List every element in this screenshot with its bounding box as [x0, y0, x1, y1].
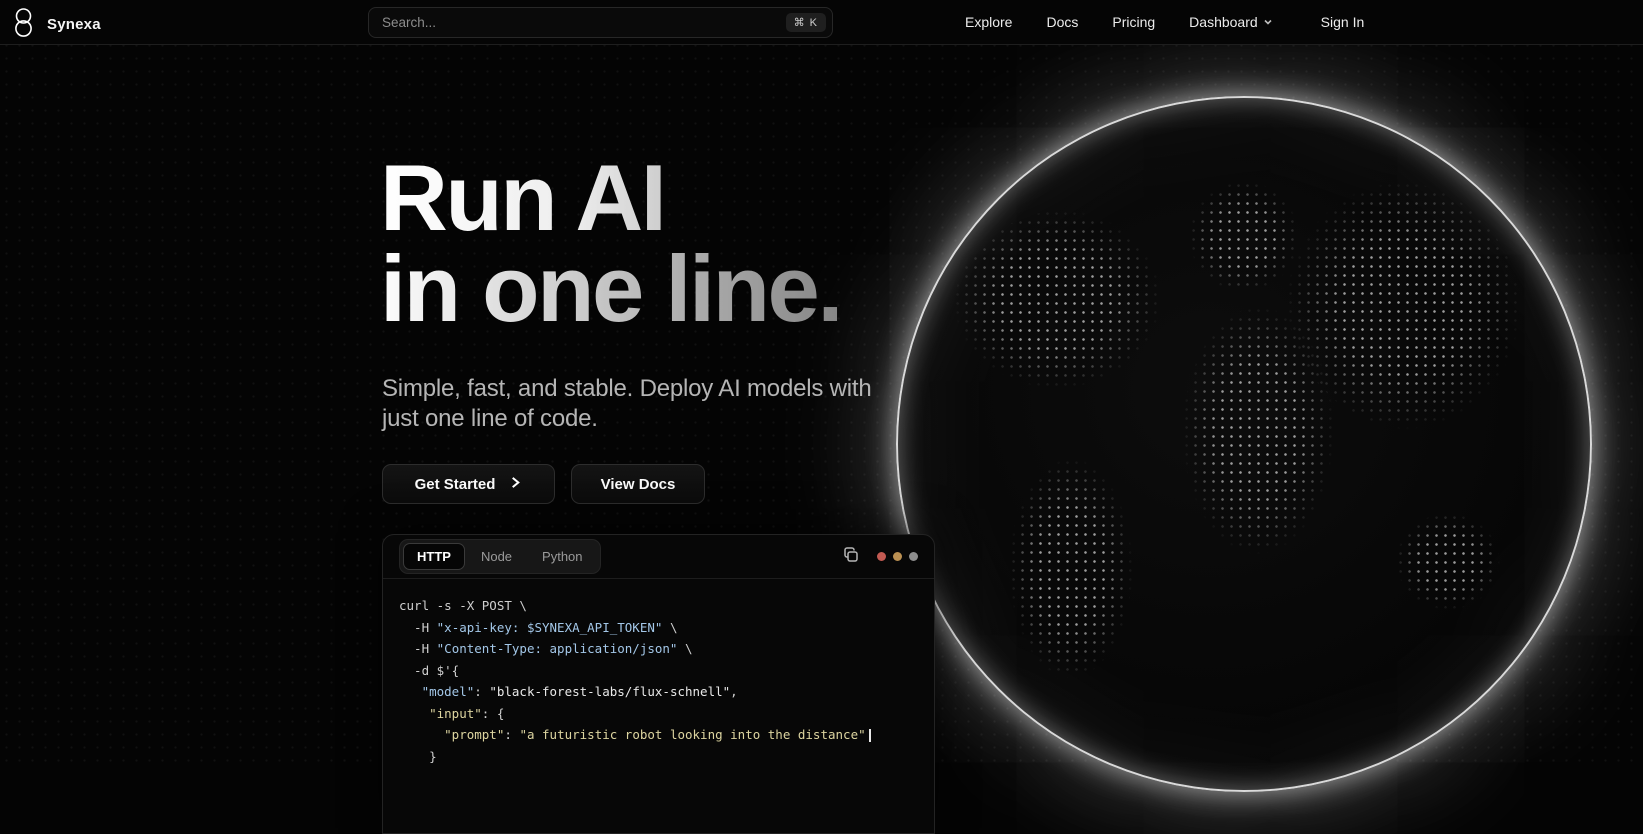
code-segment: -d $'{: [399, 663, 459, 678]
code-segment: : {: [482, 706, 505, 721]
text-cursor: [869, 729, 871, 742]
get-started-label: Get Started: [415, 476, 496, 493]
code-segment: -H: [399, 620, 437, 635]
code-panel: HTTPNodePython curl -s -X POST \ -H "x-a…: [382, 534, 935, 834]
brand-name: Synexa: [47, 16, 101, 33]
top-navbar: Synexa ⌘ K Explore Docs Pricing Dashboard Si…: [0, 0, 1643, 45]
dotted-globe-graphic: [896, 96, 1592, 792]
code-line: "prompt": "a futuristic robot looking in…: [399, 724, 918, 746]
nav-link-sign-in[interactable]: Sign In: [1321, 14, 1365, 30]
nav-link-docs[interactable]: Docs: [1046, 14, 1078, 30]
nav-link-label: Pricing: [1112, 14, 1155, 30]
code-line: -H "Content-Type: application/json" \: [399, 638, 918, 660]
hero-title: Run AI in one line.: [380, 152, 841, 334]
code-segment: ,: [730, 684, 738, 699]
window-dots: [877, 552, 918, 561]
hero-title-line1: Run AI: [380, 152, 841, 243]
code-panel-controls: [841, 545, 918, 568]
view-docs-button[interactable]: View Docs: [571, 464, 705, 504]
nav-links: Explore Docs Pricing Dashboard Sign In: [965, 0, 1364, 44]
code-segment: [399, 706, 429, 721]
code-segment: \: [662, 620, 677, 635]
globe-continent-dots: [1396, 513, 1500, 610]
window-dot-0: [877, 552, 886, 561]
search-box[interactable]: ⌘ K: [368, 7, 833, 38]
code-segment: "a futuristic robot looking into the dis…: [519, 727, 865, 742]
nav-link-explore[interactable]: Explore: [965, 14, 1012, 30]
code-line: -d $'{: [399, 660, 918, 682]
copy-icon: [843, 547, 859, 566]
code-segment: "model": [422, 684, 475, 699]
globe-continent-dots: [953, 209, 1161, 389]
search-shortcut-badge: ⌘ K: [786, 13, 826, 32]
search-input[interactable]: [382, 15, 786, 30]
window-dot-1: [893, 552, 902, 561]
chevron-down-icon: [1263, 14, 1273, 30]
code-panel-header: HTTPNodePython: [383, 535, 934, 579]
code-segment: [399, 684, 422, 699]
globe-continent-dots: [1009, 458, 1134, 679]
code-segment: :: [474, 684, 489, 699]
code-segment: "black-forest-labs/flux-schnell": [489, 684, 730, 699]
nav-link-label: Explore: [965, 14, 1012, 30]
synexa-logo-icon: [10, 7, 37, 42]
code-segment: :: [504, 727, 519, 742]
nav-link-dashboard[interactable]: Dashboard: [1189, 14, 1273, 30]
window-dot-2: [909, 552, 918, 561]
nav-link-label: Docs: [1046, 14, 1078, 30]
get-started-button[interactable]: Get Started: [382, 464, 555, 504]
nav-link-pricing[interactable]: Pricing: [1112, 14, 1155, 30]
tab-http[interactable]: HTTP: [403, 543, 465, 570]
hero-subtitle: Simple, fast, and stable. Deploy AI mode…: [382, 374, 902, 434]
code-line: "input": {: [399, 703, 918, 725]
tab-python[interactable]: Python: [528, 543, 596, 570]
code-segment: "Content-Type: application/json": [437, 641, 678, 656]
code-line: curl -s -X POST \: [399, 595, 918, 617]
code-segment: "input": [429, 706, 482, 721]
view-docs-label: View Docs: [601, 476, 676, 493]
code-segment: }: [399, 749, 437, 764]
globe-continent-dots: [1189, 181, 1300, 292]
code-tabs: HTTPNodePython: [399, 539, 601, 574]
code-line: }: [399, 746, 918, 768]
hero-title-line2: in one line.: [380, 243, 841, 334]
code-segment: -H: [399, 641, 437, 656]
cta-row: Get Started View Docs: [382, 464, 705, 504]
code-line: -H "x-api-key: $SYNEXA_API_TOKEN" \: [399, 617, 918, 639]
tab-node[interactable]: Node: [467, 543, 526, 570]
brand[interactable]: Synexa: [10, 7, 101, 42]
code-segment: [399, 727, 444, 742]
code-segment: "x-api-key: $SYNEXA_API_TOKEN": [437, 620, 663, 635]
code-block[interactable]: curl -s -X POST \ -H "x-api-key: $SYNEXA…: [383, 579, 934, 767]
code-segment: \: [677, 641, 692, 656]
code-line: "model": "black-forest-labs/flux-schnell…: [399, 681, 918, 703]
code-segment: curl -s -X POST \: [399, 598, 527, 613]
nav-link-label: Dashboard: [1189, 14, 1258, 30]
arrow-right-icon: [509, 476, 522, 493]
code-segment: "prompt": [444, 727, 504, 742]
copy-code-button[interactable]: [841, 545, 861, 568]
nav-link-label: Sign In: [1321, 14, 1365, 30]
